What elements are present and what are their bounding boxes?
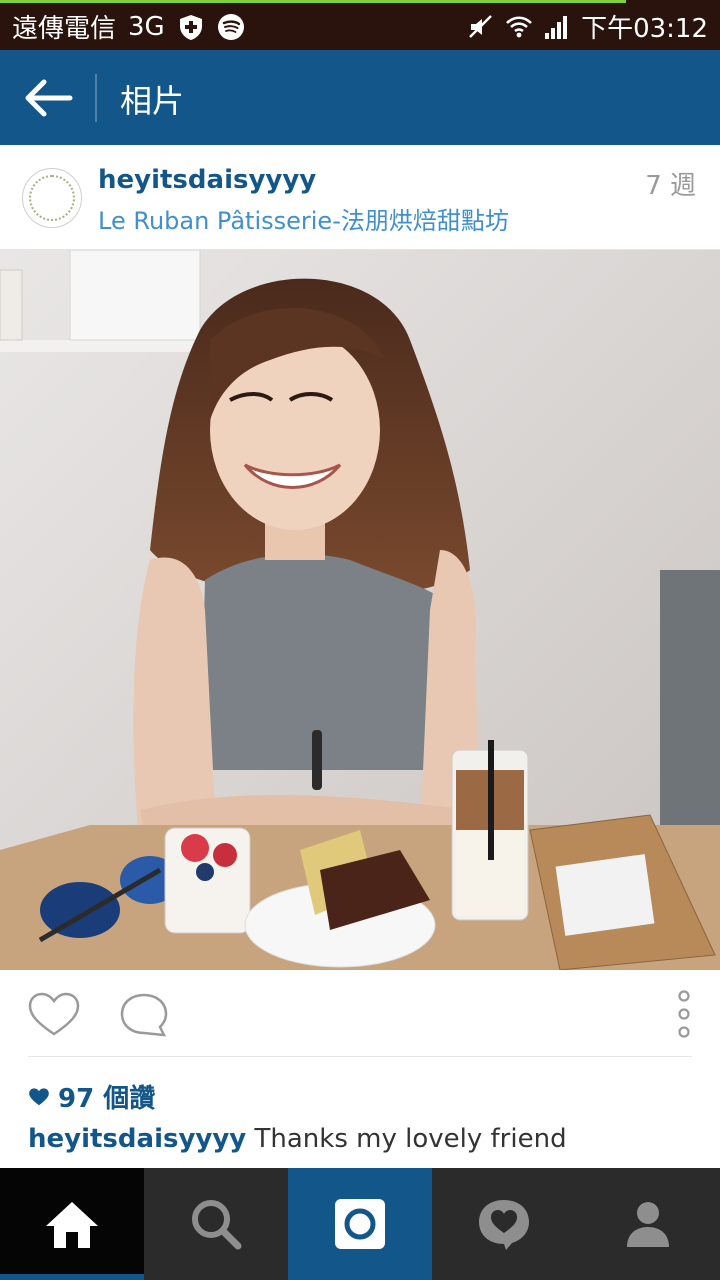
app-bar: 相片 bbox=[0, 50, 720, 145]
profile-icon bbox=[627, 1202, 669, 1247]
spotify-icon bbox=[217, 13, 244, 40]
status-progress-line bbox=[0, 0, 626, 3]
nav-active-indicator bbox=[0, 1274, 144, 1280]
shield-icon bbox=[179, 14, 202, 40]
actions-divider bbox=[28, 1056, 692, 1057]
photo-illustration bbox=[0, 250, 720, 970]
camera-icon bbox=[335, 1199, 385, 1249]
signal-icon bbox=[545, 15, 568, 39]
nav-search[interactable] bbox=[144, 1168, 288, 1280]
status-left: 遠傳電信 3G bbox=[12, 8, 245, 45]
likes-count[interactable]: 97 個讚 bbox=[28, 1078, 155, 1115]
caption-text: Thanks my lovely friend bbox=[254, 1124, 567, 1154]
back-arrow-icon[interactable] bbox=[20, 74, 76, 122]
page-title: 相片 bbox=[120, 82, 185, 120]
home-icon bbox=[46, 1202, 98, 1248]
nav-home[interactable] bbox=[0, 1168, 144, 1280]
likes-label: 97 個讚 bbox=[58, 1084, 156, 1114]
status-bar: 遠傳電信 3G 下午03:12 bbox=[0, 0, 720, 50]
avatar[interactable] bbox=[22, 168, 82, 228]
appbar-divider bbox=[95, 74, 97, 122]
comment-icon[interactable] bbox=[118, 990, 170, 1040]
search-icon bbox=[192, 1200, 242, 1250]
post-header: heyitsdaisyyyy Le Ruban Pâtisserie-法朋烘焙甜… bbox=[0, 145, 720, 250]
post-username[interactable]: heyitsdaisyyyy bbox=[98, 165, 316, 195]
post-time-ago: 7 週 bbox=[645, 171, 696, 201]
caption-username[interactable]: heyitsdaisyyyy bbox=[28, 1124, 246, 1154]
network-type: 3G bbox=[128, 11, 165, 42]
nav-activity[interactable] bbox=[432, 1168, 576, 1280]
post-actions bbox=[0, 970, 720, 1058]
clock: 下午03:12 bbox=[581, 14, 708, 44]
status-right: 下午03:12 bbox=[467, 8, 708, 45]
activity-icon bbox=[479, 1200, 529, 1250]
post-location[interactable]: Le Ruban Pâtisserie-法朋烘焙甜點坊 bbox=[98, 201, 509, 236]
avatar-wreath bbox=[29, 175, 75, 221]
bottom-nav bbox=[0, 1168, 720, 1280]
nav-profile[interactable] bbox=[576, 1168, 720, 1280]
wifi-icon bbox=[506, 15, 532, 37]
post-caption: heyitsdaisyyyy Thanks my lovely friend bbox=[28, 1124, 567, 1154]
nav-camera[interactable] bbox=[288, 1168, 432, 1280]
heart-icon[interactable] bbox=[26, 990, 82, 1040]
mute-icon bbox=[469, 14, 492, 38]
heart-filled-icon bbox=[29, 1087, 49, 1105]
more-vertical-icon[interactable] bbox=[674, 990, 694, 1040]
carrier-name: 遠傳電信 bbox=[12, 14, 117, 44]
post-photo[interactable] bbox=[0, 250, 720, 970]
